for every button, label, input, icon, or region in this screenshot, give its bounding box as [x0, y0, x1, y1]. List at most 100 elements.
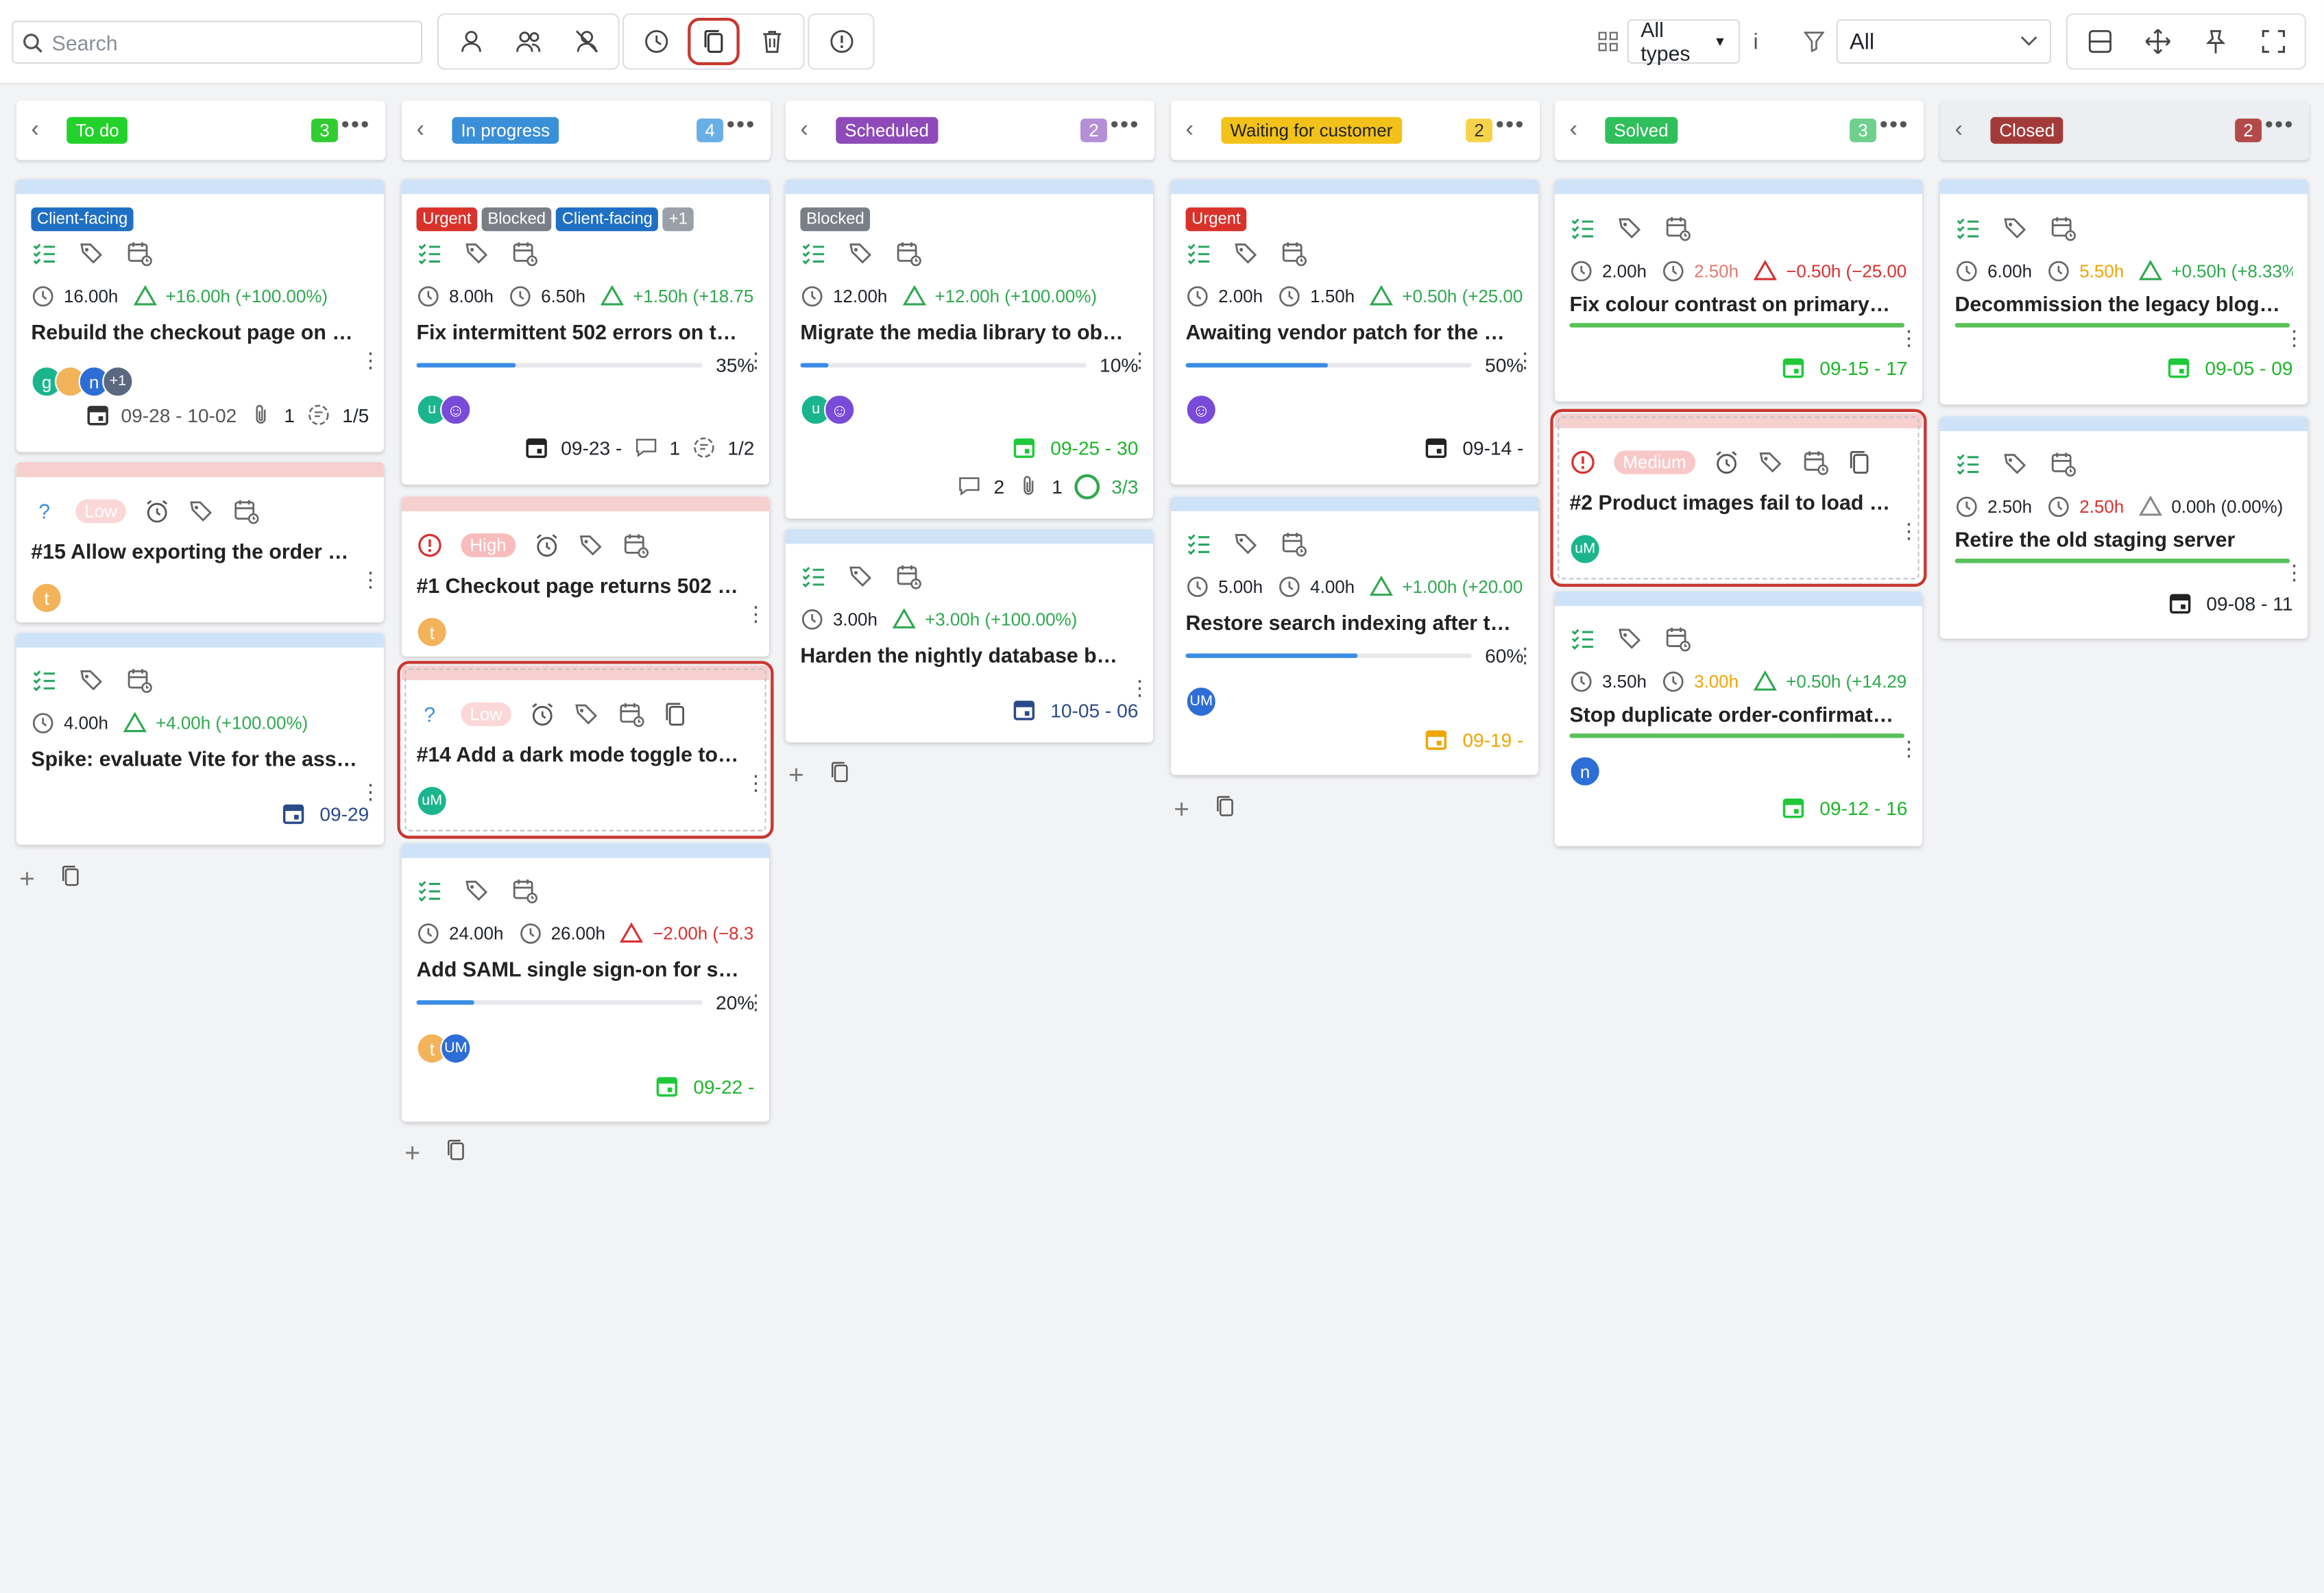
add-icon[interactable]: + — [404, 1138, 420, 1169]
tag-icon[interactable] — [2002, 215, 2029, 241]
tag-icon[interactable] — [1233, 531, 1260, 557]
card-menu-icon[interactable]: ⋮ — [360, 350, 380, 370]
pin-button[interactable] — [2189, 18, 2241, 65]
task-card[interactable]: Urgent Blocked Client-facing +1 8.00h 6.50h +… — [401, 179, 770, 485]
delete-button[interactable] — [745, 18, 797, 65]
card-title[interactable]: Add SAML single sign-on for staff accoun… — [416, 956, 742, 982]
card-menu-icon[interactable]: ⋮ — [1514, 644, 1535, 665]
unassigned-button[interactable] — [560, 18, 612, 65]
card-menu-icon[interactable]: ⋮ — [360, 569, 380, 589]
add-icon[interactable]: + — [1174, 794, 1189, 825]
task-card[interactable]: Blocked 12.00h +12.00h (+100.00%) Migrate… — [785, 179, 1153, 519]
card-title[interactable]: Retire the old staging server — [1955, 526, 2281, 552]
task-card[interactable]: 4.00h +4.00h (+100.00%) Spike: evaluate V… — [16, 633, 384, 845]
search-input[interactable] — [51, 30, 408, 54]
task-card[interactable]: Urgent 2.00h 1.50h +0.50h (+25.00%) Awaiti… — [1170, 179, 1539, 485]
task-card[interactable]: 6.00h 5.50h +0.50h (+8.33%) Decommission t… — [1939, 179, 2308, 405]
calendar-clock-icon[interactable] — [511, 240, 538, 267]
task-card[interactable]: 2.50h 2.50h 0.00h (0.00%) Retire the old s… — [1939, 416, 2308, 639]
tag-icon[interactable] — [189, 498, 215, 524]
type-select[interactable]: All types ▼ — [1627, 18, 1741, 65]
card-title[interactable]: #15 Allow exporting the order history as… — [31, 538, 357, 565]
card-menu-icon[interactable]: ⋮ — [1129, 677, 1150, 698]
priority-button[interactable] — [815, 18, 867, 65]
checklist-icon[interactable] — [31, 240, 58, 267]
card-menu-icon[interactable]: ⋮ — [1514, 350, 1535, 370]
add-icon[interactable]: + — [19, 864, 35, 895]
calendar-clock-icon[interactable] — [2050, 450, 2077, 477]
chevron-left-icon[interactable]: ‹ — [416, 117, 437, 144]
card-title[interactable]: Stop duplicate order-confirmation emails — [1569, 701, 1896, 728]
add-copy-icon[interactable] — [58, 864, 82, 888]
calendar-clock-icon[interactable] — [232, 498, 259, 524]
checklist-icon[interactable] — [1186, 240, 1213, 267]
team-tasks-button[interactable] — [503, 18, 555, 65]
calendar-clock-icon[interactable] — [895, 240, 922, 267]
checklist-icon[interactable] — [1955, 215, 1982, 241]
more-icon[interactable]: ••• — [341, 112, 371, 139]
card-title[interactable]: Harden the nightly database backup job — [800, 642, 1126, 668]
checklist-icon[interactable] — [416, 240, 443, 267]
my-tasks-button[interactable] — [445, 18, 497, 65]
time-tracking-button[interactable] — [630, 18, 682, 65]
tag-icon[interactable] — [848, 563, 875, 590]
more-icon[interactable]: ••• — [2265, 112, 2295, 139]
calendar-clock-icon[interactable] — [2050, 215, 2077, 241]
add-copy-icon[interactable] — [444, 1138, 468, 1162]
tag-icon[interactable] — [464, 877, 491, 904]
search-box[interactable] — [12, 21, 423, 64]
card-menu-icon[interactable]: ⋮ — [1129, 350, 1150, 370]
card-menu-icon[interactable]: ⋮ — [2284, 328, 2304, 348]
tag-icon[interactable] — [848, 240, 875, 267]
card-title[interactable]: Decommission the legacy blog application — [1955, 291, 2281, 317]
tag-icon[interactable] — [79, 667, 106, 694]
card-menu-icon[interactable]: ⋮ — [745, 350, 766, 370]
task-card[interactable]: Client-facing 16.00h +16.00h (+100.00%) R… — [16, 179, 384, 452]
fullscreen-button[interactable] — [2247, 18, 2299, 65]
more-icon[interactable]: ••• — [1111, 112, 1140, 139]
calendar-clock-icon[interactable] — [622, 532, 649, 559]
checklist-icon[interactable] — [1569, 215, 1596, 241]
calendar-clock-icon[interactable] — [511, 877, 538, 904]
ticket-card[interactable]: High #1 Checkout page returns 502 during… — [401, 496, 770, 657]
checklist-icon[interactable] — [416, 877, 443, 904]
card-title[interactable]: #1 Checkout page returns 502 during peak… — [416, 572, 742, 598]
duplicate-button[interactable] — [688, 17, 740, 66]
card-menu-icon[interactable]: ⋮ — [745, 603, 766, 624]
task-card[interactable]: 3.50h 3.00h +0.50h (+14.29%) Stop duplicat… — [1554, 591, 1922, 847]
checklist-icon[interactable] — [1186, 531, 1213, 557]
tag-icon[interactable] — [1233, 240, 1260, 267]
more-icon[interactable]: ••• — [1880, 112, 1909, 139]
card-title[interactable]: Fix colour contrast on primary buttons — [1569, 291, 1896, 317]
checklist-icon[interactable] — [1955, 450, 1982, 477]
card-menu-icon[interactable]: ⋮ — [2284, 561, 2304, 582]
compact-view-button[interactable] — [2073, 18, 2125, 65]
checklist-icon[interactable] — [1569, 625, 1596, 652]
tag-icon[interactable] — [464, 240, 491, 267]
add-copy-icon[interactable] — [827, 760, 851, 784]
chevron-left-icon[interactable]: ‹ — [1569, 117, 1590, 144]
task-card[interactable]: 3.00h +3.00h (+100.00%) Harden the nightl… — [785, 528, 1153, 743]
calendar-clock-icon[interactable] — [1281, 531, 1307, 557]
card-title[interactable]: Rebuild the checkout page on the new des… — [31, 319, 357, 345]
alarm-icon[interactable] — [144, 498, 171, 524]
move-button[interactable] — [2131, 18, 2183, 65]
checklist-icon[interactable] — [800, 240, 827, 267]
card-menu-icon[interactable]: ⋮ — [1898, 738, 1919, 759]
card-title[interactable]: Spike: evaluate Vite for the asset pipel… — [31, 745, 357, 772]
more-icon[interactable]: ••• — [1496, 112, 1525, 139]
chevron-left-icon[interactable]: ‹ — [31, 117, 51, 144]
task-card[interactable]: 24.00h 26.00h −2.00h (−8.33%) Add SAML sin… — [401, 843, 770, 1122]
card-title[interactable]: Awaiting vendor patch for the payment SD… — [1186, 319, 1512, 345]
more-icon[interactable]: ••• — [727, 112, 756, 139]
tag-icon[interactable] — [2002, 450, 2029, 477]
card-menu-icon[interactable]: ⋮ — [1898, 328, 1919, 348]
card-menu-icon[interactable]: ⋮ — [745, 991, 766, 1012]
task-card[interactable]: 5.00h 4.00h +1.00h (+20.00%) Restore searc… — [1170, 496, 1539, 775]
chevron-left-icon[interactable]: ‹ — [800, 117, 821, 144]
card-title[interactable]: Fix intermittent 502 errors on the API g… — [416, 319, 742, 345]
checklist-icon[interactable] — [31, 667, 58, 694]
tag-icon[interactable] — [1617, 625, 1644, 652]
alarm-icon[interactable] — [533, 532, 560, 559]
tag-icon[interactable] — [79, 240, 106, 267]
